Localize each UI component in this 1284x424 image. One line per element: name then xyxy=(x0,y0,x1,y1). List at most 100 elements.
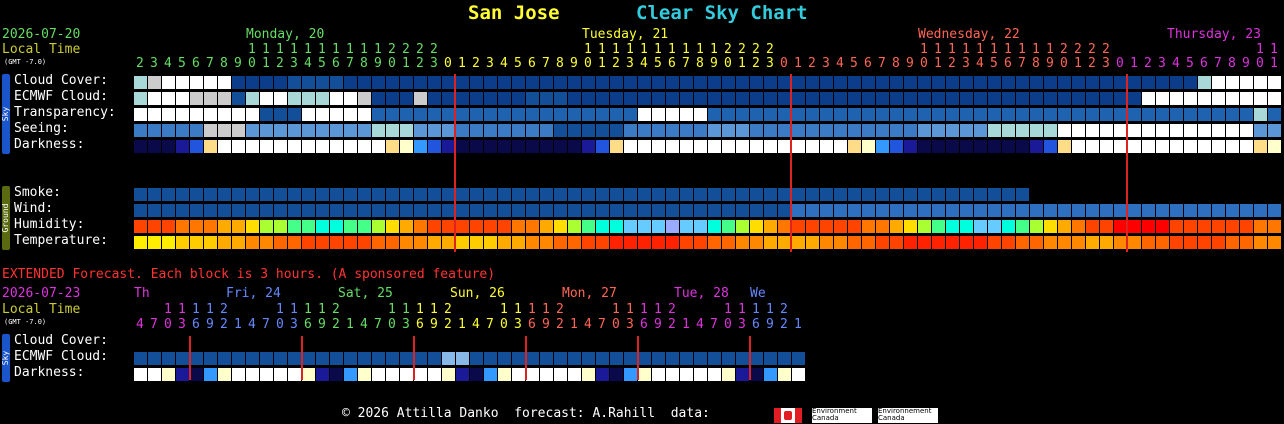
cloud-cover-cell[interactable] xyxy=(344,76,357,89)
transparency-cell[interactable] xyxy=(638,108,651,121)
cloud-cover-cell[interactable] xyxy=(638,76,651,89)
wind-cell[interactable] xyxy=(218,204,231,217)
humidity-cell[interactable] xyxy=(498,220,511,233)
ext-ecmwf-cloud-cell[interactable] xyxy=(204,352,217,365)
transparency-cell[interactable] xyxy=(1184,108,1197,121)
seeing-cell[interactable] xyxy=(470,124,483,137)
temperature-cell[interactable] xyxy=(288,236,301,249)
transparency-cell[interactable] xyxy=(372,108,385,121)
ecmwf-cloud-cell[interactable] xyxy=(862,92,875,105)
transparency-cell[interactable] xyxy=(1254,108,1267,121)
darkness-cell[interactable] xyxy=(568,140,581,153)
humidity-cell[interactable] xyxy=(1156,220,1169,233)
cloud-cover-cell[interactable] xyxy=(386,76,399,89)
darkness-cell[interactable] xyxy=(1086,140,1099,153)
transparency-cell[interactable] xyxy=(1016,108,1029,121)
wind-cell[interactable] xyxy=(232,204,245,217)
cloud-cover-cell[interactable] xyxy=(806,76,819,89)
ext-darkness-cell[interactable] xyxy=(288,368,301,381)
darkness-cell[interactable] xyxy=(960,140,973,153)
wind-cell[interactable] xyxy=(736,204,749,217)
temperature-cell[interactable] xyxy=(330,236,343,249)
seeing-cell[interactable] xyxy=(1044,124,1057,137)
transparency-cell[interactable] xyxy=(834,108,847,121)
humidity-cell[interactable] xyxy=(736,220,749,233)
wind-cell[interactable] xyxy=(1212,204,1225,217)
ecmwf-cloud-cell[interactable] xyxy=(750,92,763,105)
ecmwf-cloud-cell[interactable] xyxy=(176,92,189,105)
humidity-cell[interactable] xyxy=(1170,220,1183,233)
smoke-cell[interactable] xyxy=(988,188,1001,201)
humidity-cell[interactable] xyxy=(456,220,469,233)
smoke-cell[interactable] xyxy=(680,188,693,201)
ecmwf-cloud-cell[interactable] xyxy=(246,92,259,105)
cloud-cover-cell[interactable] xyxy=(540,76,553,89)
wind-cell[interactable] xyxy=(1086,204,1099,217)
ecmwf-cloud-cell[interactable] xyxy=(554,92,567,105)
ext-darkness-cell[interactable] xyxy=(582,368,595,381)
ecmwf-cloud-cell[interactable] xyxy=(344,92,357,105)
ext-darkness-cell[interactable] xyxy=(204,368,217,381)
ext-ecmwf-cloud-cell[interactable] xyxy=(162,352,175,365)
darkness-cell[interactable] xyxy=(512,140,525,153)
humidity-cell[interactable] xyxy=(1142,220,1155,233)
seeing-cell[interactable] xyxy=(652,124,665,137)
cloud-cover-cell[interactable] xyxy=(694,76,707,89)
darkness-cell[interactable] xyxy=(1100,140,1113,153)
humidity-cell[interactable] xyxy=(484,220,497,233)
cloud-cover-cell[interactable] xyxy=(582,76,595,89)
smoke-cell[interactable] xyxy=(134,188,147,201)
environment-canada-logo[interactable]: Environment Canada xyxy=(812,408,872,423)
smoke-cell[interactable] xyxy=(1016,188,1029,201)
transparency-cell[interactable] xyxy=(330,108,343,121)
darkness-cell[interactable] xyxy=(890,140,903,153)
ecmwf-cloud-cell[interactable] xyxy=(624,92,637,105)
humidity-cell[interactable] xyxy=(946,220,959,233)
smoke-cell[interactable] xyxy=(246,188,259,201)
wind-cell[interactable] xyxy=(1240,204,1253,217)
temperature-cell[interactable] xyxy=(638,236,651,249)
ext-ecmwf-cloud-cell[interactable] xyxy=(148,352,161,365)
seeing-cell[interactable] xyxy=(1198,124,1211,137)
cloud-cover-cell[interactable] xyxy=(932,76,945,89)
transparency-cell[interactable] xyxy=(470,108,483,121)
ext-darkness-cell[interactable] xyxy=(456,368,469,381)
smoke-cell[interactable] xyxy=(456,188,469,201)
wind-cell[interactable] xyxy=(484,204,497,217)
darkness-cell[interactable] xyxy=(1254,140,1267,153)
seeing-cell[interactable] xyxy=(568,124,581,137)
temperature-cell[interactable] xyxy=(582,236,595,249)
ecmwf-cloud-cell[interactable] xyxy=(274,92,287,105)
seeing-cell[interactable] xyxy=(330,124,343,137)
wind-cell[interactable] xyxy=(638,204,651,217)
ecmwf-cloud-cell[interactable] xyxy=(1072,92,1085,105)
ext-ecmwf-cloud-cell[interactable] xyxy=(554,352,567,365)
ext-darkness-cell[interactable] xyxy=(414,368,427,381)
transparency-cell[interactable] xyxy=(722,108,735,121)
ecmwf-cloud-cell[interactable] xyxy=(330,92,343,105)
darkness-cell[interactable] xyxy=(344,140,357,153)
ext-darkness-cell[interactable] xyxy=(694,368,707,381)
wind-cell[interactable] xyxy=(134,204,147,217)
smoke-cell[interactable] xyxy=(274,188,287,201)
ext-darkness-cell[interactable] xyxy=(274,368,287,381)
ecmwf-cloud-cell[interactable] xyxy=(358,92,371,105)
ext-ecmwf-cloud-cell[interactable] xyxy=(316,352,329,365)
seeing-cell[interactable] xyxy=(232,124,245,137)
ecmwf-cloud-cell[interactable] xyxy=(372,92,385,105)
wind-cell[interactable] xyxy=(764,204,777,217)
ecmwf-cloud-cell[interactable] xyxy=(974,92,987,105)
wind-cell[interactable] xyxy=(260,204,273,217)
transparency-cell[interactable] xyxy=(400,108,413,121)
darkness-cell[interactable] xyxy=(232,140,245,153)
ecmwf-cloud-cell[interactable] xyxy=(400,92,413,105)
transparency-cell[interactable] xyxy=(806,108,819,121)
temperature-cell[interactable] xyxy=(1058,236,1071,249)
cloud-cover-cell[interactable] xyxy=(232,76,245,89)
ext-darkness-cell[interactable] xyxy=(176,368,189,381)
wind-cell[interactable] xyxy=(1268,204,1281,217)
ext-ecmwf-cloud-cell[interactable] xyxy=(694,352,707,365)
darkness-cell[interactable] xyxy=(316,140,329,153)
wind-cell[interactable] xyxy=(918,204,931,217)
smoke-cell[interactable] xyxy=(316,188,329,201)
